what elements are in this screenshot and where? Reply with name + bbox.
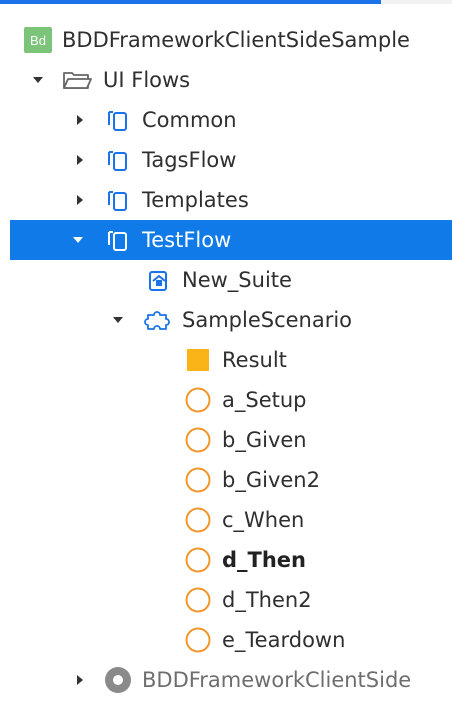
tree-item-screen-new-suite[interactable]: New_Suite <box>0 260 452 300</box>
circle-placeholder-icon <box>185 427 211 453</box>
tree-item-flow-templates[interactable]: Templates <box>0 180 452 220</box>
project-badge-icon: Bd <box>24 27 52 53</box>
puzzle-block-icon <box>144 311 170 330</box>
module-reference-icon <box>105 667 131 693</box>
progress-bar <box>0 0 452 4</box>
tree-item-output-result[interactable]: Result <box>0 340 452 380</box>
folder-open-icon <box>63 72 92 89</box>
circle-placeholder-icon <box>185 467 211 493</box>
chevron-down-icon[interactable] <box>112 314 124 326</box>
tree-item-placeholder-e-teardown[interactable]: e_Teardown <box>0 620 452 660</box>
tree-item-label: Common <box>142 108 237 132</box>
project-badge-text: Bd <box>30 33 46 48</box>
tree-item-placeholder-a-setup[interactable]: a_Setup <box>0 380 452 420</box>
circle-placeholder-icon <box>185 547 211 573</box>
circle-placeholder-icon <box>185 507 211 533</box>
chevron-right-icon[interactable] <box>74 674 86 686</box>
home-screen-icon <box>149 271 167 291</box>
tree-item-flow-testflow[interactable]: TestFlow <box>10 220 452 260</box>
tree-item-label: UI Flows <box>103 68 191 92</box>
tree-item-label: c_When <box>222 508 305 532</box>
output-square-icon <box>187 349 209 371</box>
tree-item-placeholder-d-then[interactable]: d_Then <box>0 540 452 580</box>
tree-item-flow-common[interactable]: Common <box>0 100 452 140</box>
circle-placeholder-icon <box>185 587 211 613</box>
tree-item-placeholder-c-when[interactable]: c_When <box>0 500 452 540</box>
tree-item-label: TestFlow <box>142 228 232 252</box>
tree-item-label: b_Given <box>222 428 307 452</box>
tree-item-label: d_Then <box>222 548 306 572</box>
mobile-flow-icon <box>108 151 127 171</box>
tree-item-label: a_Setup <box>222 388 307 412</box>
chevron-right-icon[interactable] <box>74 194 86 206</box>
tree-item-label: TagsFlow <box>142 148 237 172</box>
chevron-right-icon[interactable] <box>74 114 86 126</box>
circle-placeholder-icon <box>185 627 211 653</box>
tree-item-block-samplescenario[interactable]: SampleScenario <box>0 300 452 340</box>
tree-item-label: e_Teardown <box>222 628 346 652</box>
tree-item-label: Result <box>222 348 287 372</box>
mobile-flow-icon <box>108 191 127 211</box>
tree-item-project[interactable]: Bd BDDFrameworkClientSideSample <box>0 20 452 60</box>
tree-item-label: b_Given2 <box>222 468 320 492</box>
tree-item-label: d_Then2 <box>222 588 312 612</box>
circle-placeholder-icon <box>185 387 211 413</box>
mobile-flow-icon <box>108 111 127 131</box>
tree-item-placeholder-d-then2[interactable]: d_Then2 <box>0 580 452 620</box>
tree-item-ui-flows[interactable]: UI Flows <box>0 60 452 100</box>
tree-item-label: New_Suite <box>182 268 292 292</box>
chevron-down-icon[interactable] <box>72 234 84 246</box>
tree-item-flow-tagsflow[interactable]: TagsFlow <box>0 140 452 180</box>
tree-item-placeholder-b-given[interactable]: b_Given <box>0 420 452 460</box>
chevron-right-icon[interactable] <box>74 154 86 166</box>
mobile-flow-icon <box>108 231 127 251</box>
tree-item-label: BDDFrameworkClientSide <box>142 668 412 692</box>
tree-item-label: SampleScenario <box>182 308 353 332</box>
tree-item-label: BDDFrameworkClientSideSample <box>62 28 410 52</box>
tree-item-module-reference[interactable]: BDDFrameworkClientSide <box>0 660 452 700</box>
progress-fill <box>0 0 381 4</box>
tree-item-label: Templates <box>142 188 249 212</box>
tree-item-placeholder-b-given2[interactable]: b_Given2 <box>0 460 452 500</box>
chevron-down-icon[interactable] <box>32 74 44 86</box>
